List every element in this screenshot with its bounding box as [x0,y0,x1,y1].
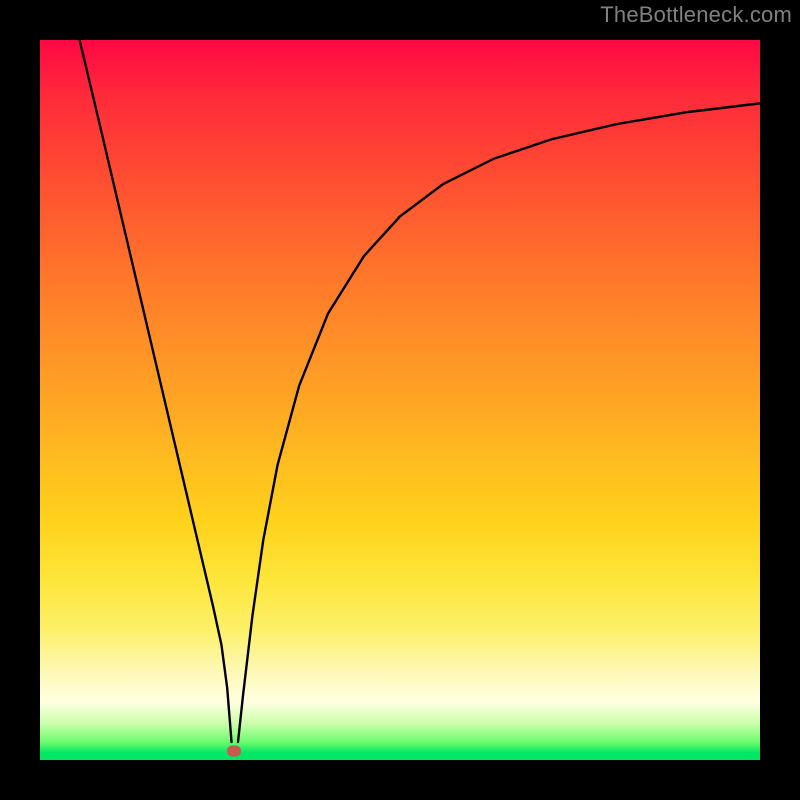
curve-left-branch [80,40,232,742]
chart-frame: TheBottleneck.com [0,0,800,800]
vertex-marker [227,745,241,756]
watermark-text: TheBottleneck.com [600,2,792,28]
plot-area [40,40,760,760]
curve-layer [40,40,760,760]
curve-right-branch [238,103,760,742]
